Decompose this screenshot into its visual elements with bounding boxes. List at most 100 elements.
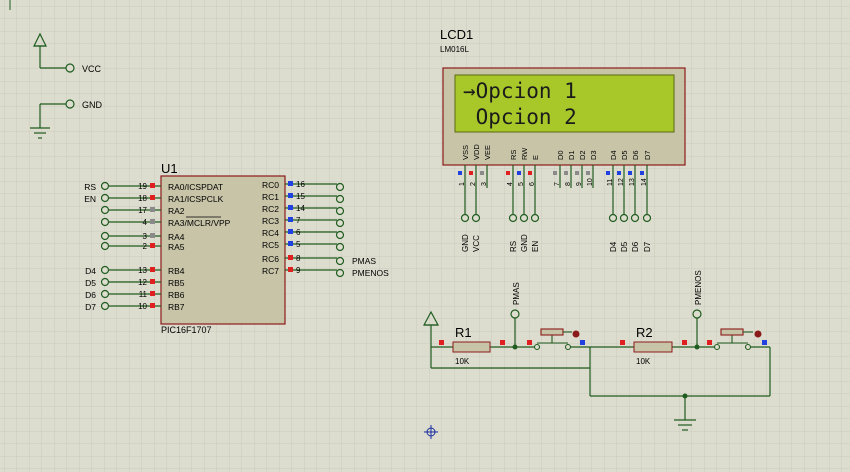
pin-marker bbox=[575, 171, 579, 175]
u1-pin-name: RC1 bbox=[262, 192, 279, 202]
u1-pin-name: RC6 bbox=[262, 254, 279, 264]
u1-pin-number: 13 bbox=[138, 266, 147, 275]
pin-marker bbox=[500, 340, 505, 345]
r1-value-label: 10K bbox=[455, 357, 470, 366]
pmenos-net-terminal[interactable] bbox=[692, 309, 702, 319]
u1-pin-number: 17 bbox=[138, 206, 147, 215]
lcd1-net-label: D5 bbox=[620, 241, 629, 252]
u1-pin-name: RA3/MCLR/VPP bbox=[168, 218, 231, 228]
lcd1-pin-terminal[interactable] bbox=[608, 213, 618, 223]
lcd1-pin-name: VDD bbox=[472, 144, 481, 160]
lcd1-pin-name: D6 bbox=[631, 150, 640, 160]
lcd1-pin-name: D0 bbox=[556, 150, 565, 160]
pmas-net-terminal[interactable] bbox=[510, 309, 520, 319]
u1-pin-number: 11 bbox=[139, 290, 148, 299]
u1-pin-terminal[interactable] bbox=[100, 289, 110, 299]
u1-pin-number: 15 bbox=[296, 192, 305, 201]
r2-reference-label: R2 bbox=[636, 325, 653, 340]
u1-pin-number: 18 bbox=[138, 194, 147, 203]
u1-pin-terminal[interactable] bbox=[100, 205, 110, 215]
r2-resistor[interactable] bbox=[633, 341, 673, 353]
pin-marker bbox=[640, 171, 644, 175]
r2-value-label: 10K bbox=[636, 357, 651, 366]
pin-marker bbox=[150, 243, 155, 248]
u1-pin-number: 14 bbox=[296, 204, 305, 213]
u1-pin-terminal[interactable] bbox=[335, 194, 345, 204]
lcd1-pin-name: VEE bbox=[483, 145, 492, 160]
u1-reference-label: U1 bbox=[161, 161, 178, 176]
lcd1-pin-terminal[interactable] bbox=[460, 213, 470, 223]
u1-pin-number: 9 bbox=[296, 266, 301, 275]
u1-pin-terminal[interactable] bbox=[100, 181, 110, 191]
pin-marker bbox=[150, 291, 155, 296]
schematic-canvas[interactable]: VCC GND U1 PIC16F1707 19 RA0/ICSPDATRS18 R… bbox=[0, 0, 850, 472]
button-1-actuator[interactable] bbox=[572, 330, 580, 338]
lcd1-pin-terminal[interactable] bbox=[630, 213, 640, 223]
u1-pin-terminal[interactable] bbox=[335, 242, 345, 252]
u1-pin-number: 7 bbox=[296, 216, 301, 225]
pin-marker bbox=[564, 171, 568, 175]
pin-marker bbox=[150, 219, 155, 224]
pin-marker bbox=[528, 171, 532, 175]
u1-pin-name: RC5 bbox=[262, 240, 279, 250]
pin-marker bbox=[628, 171, 632, 175]
vcc-label: VCC bbox=[82, 64, 102, 74]
u1-pin-terminal[interactable] bbox=[100, 241, 110, 251]
u1-pin-terminal[interactable] bbox=[100, 265, 110, 275]
lcd1-pin-name: D4 bbox=[609, 150, 618, 160]
lcd1-pin-name: D1 bbox=[567, 150, 576, 160]
u1-pin-name: RB4 bbox=[168, 266, 185, 276]
u1-pin-terminal[interactable] bbox=[100, 193, 110, 203]
u1-net-label: D4 bbox=[85, 266, 96, 276]
pin-marker bbox=[620, 340, 625, 345]
pin-marker bbox=[586, 171, 590, 175]
u1-pin-terminal[interactable] bbox=[100, 217, 110, 227]
u1-pin-terminal[interactable] bbox=[100, 277, 110, 287]
u1-pin-terminal[interactable] bbox=[100, 301, 110, 311]
u1-pin-terminal[interactable] bbox=[335, 256, 345, 266]
button-2-actuator[interactable] bbox=[754, 330, 762, 338]
pin-marker bbox=[288, 229, 293, 234]
junction-dot bbox=[512, 344, 518, 350]
pin-marker bbox=[288, 241, 293, 246]
lcd1-pin-number: 9 bbox=[576, 182, 583, 186]
pin-marker bbox=[150, 267, 155, 272]
lcd1-pin-terminal[interactable] bbox=[642, 213, 652, 223]
lcd1-pin-name: E bbox=[531, 155, 540, 160]
lcd1-line-1: →Opcion 1 bbox=[463, 79, 577, 103]
u1-pin-terminal[interactable] bbox=[100, 231, 110, 241]
u1-part-label: PIC16F1707 bbox=[161, 325, 212, 335]
lcd1-pin-terminal[interactable] bbox=[530, 213, 540, 223]
pin-marker bbox=[150, 303, 155, 308]
pin-marker bbox=[517, 171, 521, 175]
pin-marker bbox=[150, 233, 155, 238]
lcd1-pin-terminal[interactable] bbox=[471, 213, 481, 223]
u1-net-label: PMENOS bbox=[352, 268, 389, 278]
u1-pin-name: RC2 bbox=[262, 204, 279, 214]
lcd1-pin-name: RW bbox=[520, 147, 529, 160]
pin-marker bbox=[606, 171, 610, 175]
pin-marker bbox=[458, 171, 462, 175]
u1-pin-terminal[interactable] bbox=[335, 218, 345, 228]
lcd1-pin-terminal[interactable] bbox=[619, 213, 629, 223]
junction-dot bbox=[694, 344, 700, 350]
lcd1-net-label: D4 bbox=[609, 241, 618, 252]
u1-net-label: RS bbox=[84, 182, 96, 192]
pin-marker bbox=[150, 279, 155, 284]
u1-pin-name: RB6 bbox=[168, 290, 185, 300]
u1-net-label: PMAS bbox=[352, 256, 376, 266]
lcd1-pin-terminal[interactable] bbox=[519, 213, 529, 223]
u1-pin-terminal[interactable] bbox=[335, 206, 345, 216]
u1-pin-terminal[interactable] bbox=[335, 268, 345, 278]
u1-pin-terminal[interactable] bbox=[335, 230, 345, 240]
r1-reference-label: R1 bbox=[455, 325, 472, 340]
lcd1-pin-terminal[interactable] bbox=[508, 213, 518, 223]
r1-resistor[interactable] bbox=[452, 341, 491, 353]
u1-pin-number: 2 bbox=[143, 242, 148, 251]
pin-marker bbox=[150, 195, 155, 200]
gnd-label: GND bbox=[82, 100, 103, 110]
lcd1-part-label: LM016L bbox=[440, 45, 469, 54]
pin-marker bbox=[762, 340, 767, 345]
u1-pin-terminal[interactable] bbox=[335, 182, 345, 192]
u1-pin-name: RB5 bbox=[168, 278, 185, 288]
